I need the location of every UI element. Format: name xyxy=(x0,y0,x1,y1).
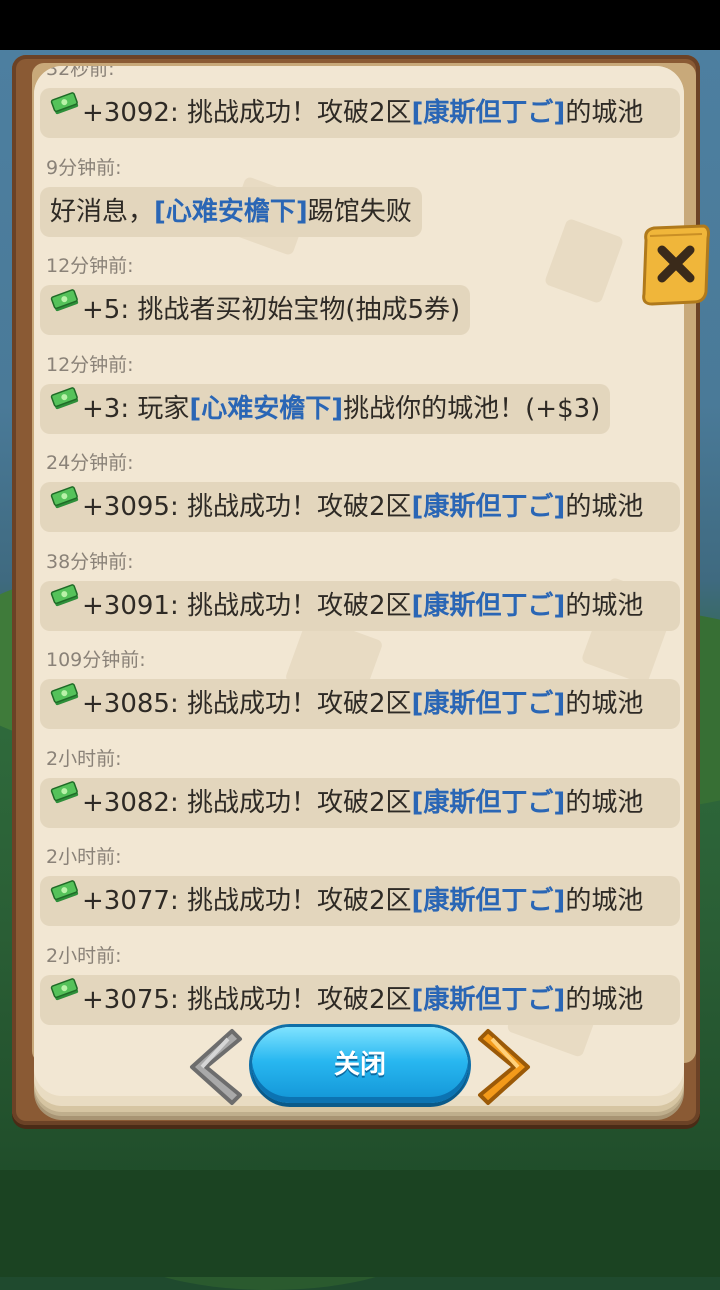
list-item: 38分钟前: +3091: 挑战成功！攻破2区[康斯但丁ご]的城池 xyxy=(40,551,680,635)
cash-icon xyxy=(50,879,79,902)
message-amount: +3077 xyxy=(82,886,170,916)
chevron-right-icon[interactable] xyxy=(476,1025,540,1109)
message-timestamp: 2小时前: xyxy=(46,747,122,770)
status-bar xyxy=(0,0,720,50)
player-name-link[interactable]: [康斯但丁ご] xyxy=(412,591,566,621)
message-text-suffix: 的城池 xyxy=(565,886,644,916)
message-text: : 挑战成功！攻破2区 xyxy=(169,689,412,719)
message-amount: +3075 xyxy=(82,984,170,1015)
message-timestamp: 9分钟前: xyxy=(46,156,122,179)
message-text: : 挑战者买初始宝物(抽成5券) xyxy=(120,295,461,325)
message-amount: +3095 xyxy=(82,492,170,522)
message-bubble: +3085: 挑战成功！攻破2区[康斯但丁ご]的城池 xyxy=(40,679,680,729)
message-timestamp: 24分钟前: xyxy=(46,452,134,474)
message-text-suffix: 踢馆失败 xyxy=(307,196,412,227)
message-text-suffix: 的城池 xyxy=(565,590,644,621)
player-name-link[interactable]: [康斯但丁ご] xyxy=(412,98,566,128)
player-name-link[interactable]: [康斯但丁ご] xyxy=(412,985,566,1015)
close-icon[interactable] xyxy=(640,222,712,308)
message-text-suffix: 的城池 xyxy=(565,787,644,818)
player-name-link[interactable]: [康斯但丁ご] xyxy=(412,886,566,916)
message-bubble: +3092: 挑战成功！攻破2区[康斯但丁ご]的城池 xyxy=(40,88,680,138)
message-text: : 玩家 xyxy=(120,393,190,424)
message-bubble: +3: 玩家[心难安檐下]挑战你的城池！(+$3) xyxy=(40,383,611,434)
message-amount: +3085 xyxy=(82,689,170,719)
chevron-left-icon[interactable] xyxy=(180,1025,244,1109)
list-item: 2小时前: +3077: 挑战成功！攻破2区[康斯但丁ご]的城池 xyxy=(40,846,680,930)
message-panel: 32秒前: +3092: 挑战成功！攻破2区[康斯但丁ご]的城池 9分钟前: 好消息，… xyxy=(34,66,684,1096)
cash-icon xyxy=(50,387,79,410)
cash-icon xyxy=(50,978,79,1001)
message-text: : 挑战成功！攻破2区 xyxy=(169,886,412,916)
message-list[interactable]: 32秒前: +3092: 挑战成功！攻破2区[康斯但丁ご]的城池 9分钟前: 好消息，… xyxy=(34,66,684,1046)
message-bubble: +3077: 挑战成功！攻破2区[康斯但丁ご]的城池 xyxy=(40,876,680,926)
list-item: 2小时前: +3075: 挑战成功！攻破2区[康斯但丁ご]的城池 xyxy=(40,945,680,1029)
message-timestamp: 109分钟前: xyxy=(46,649,146,671)
message-amount: +3 xyxy=(82,393,121,424)
message-timestamp: 2小时前: xyxy=(46,846,122,868)
player-name-link[interactable]: [康斯但丁ご] xyxy=(412,689,566,719)
message-text: 好消息， xyxy=(50,196,155,227)
list-item: 24分钟前: +3095: 挑战成功！攻破2区[康斯但丁ご]的城池 xyxy=(40,452,680,536)
message-amount: +3092 xyxy=(82,98,170,128)
list-item: 109分钟前: +3085: 挑战成功！攻破2区[康斯但丁ご]的城池 xyxy=(40,649,680,733)
message-amount: +3082 xyxy=(82,787,170,818)
message-text: : 挑战成功！攻破2区 xyxy=(169,590,412,621)
message-text-suffix: 的城池 xyxy=(565,98,644,128)
cash-icon xyxy=(50,781,79,804)
message-text-suffix: 挑战你的城池！(+$3) xyxy=(343,393,601,424)
player-name-link[interactable]: [心难安檐下] xyxy=(154,197,308,227)
message-text: : 挑战成功！攻破2区 xyxy=(169,984,412,1015)
message-text: : 挑战成功！攻破2区 xyxy=(169,492,412,522)
cash-icon xyxy=(50,485,79,508)
message-bubble: +5: 挑战者买初始宝物(抽成5券) xyxy=(40,285,471,335)
close-button[interactable]: 关闭 xyxy=(252,1027,468,1103)
message-text-suffix: 的城池 xyxy=(565,984,644,1015)
player-name-link[interactable]: [康斯但丁ご] xyxy=(412,492,566,522)
message-bubble: 好消息，[心难安檐下]踢馆失败 xyxy=(40,186,422,237)
list-item: 12分钟前: +3: 玩家[心难安檐下]挑战你的城池！(+$3) xyxy=(40,353,611,434)
message-bubble: +3082: 挑战成功！攻破2区[康斯但丁ご]的城池 xyxy=(40,777,680,828)
message-timestamp: 12分钟前: xyxy=(46,353,134,376)
list-item: 32秒前: +3092: 挑战成功！攻破2区[康斯但丁ご]的城池 xyxy=(40,66,680,142)
message-timestamp: 38分钟前: xyxy=(46,550,134,573)
message-timestamp: 32秒前: xyxy=(46,66,115,80)
message-text: : 挑战成功！攻破2区 xyxy=(169,787,412,818)
cash-icon xyxy=(50,288,79,311)
cash-icon xyxy=(50,682,79,705)
list-item: 2小时前: +3082: 挑战成功！攻破2区[康斯但丁ご]的城池 xyxy=(40,748,680,832)
message-bubble: +3095: 挑战成功！攻破2区[康斯但丁ご]的城池 xyxy=(40,482,680,532)
message-timestamp: 12分钟前: xyxy=(46,255,134,277)
player-name-link[interactable]: [心难安檐下] xyxy=(189,394,343,424)
message-bubble: +3091: 挑战成功！攻破2区[康斯但丁ご]的城池 xyxy=(40,580,680,631)
message-amount: +3091 xyxy=(82,590,170,621)
list-item: 9分钟前: 好消息，[心难安檐下]踢馆失败 xyxy=(40,157,422,237)
message-text: : 挑战成功！攻破2区 xyxy=(169,98,412,128)
message-bubble: +3075: 挑战成功！攻破2区[康斯但丁ご]的城池 xyxy=(40,974,680,1025)
message-text-suffix: 的城池 xyxy=(565,492,644,522)
cash-icon xyxy=(50,91,79,114)
message-text-suffix: 的城池 xyxy=(565,689,644,719)
cash-icon xyxy=(50,584,79,607)
message-timestamp: 2小时前: xyxy=(46,944,122,967)
player-name-link[interactable]: [康斯但丁ご] xyxy=(412,788,566,818)
list-item: 12分钟前: +5: 挑战者买初始宝物(抽成5券) xyxy=(40,255,471,335)
message-amount: +5 xyxy=(82,295,121,325)
